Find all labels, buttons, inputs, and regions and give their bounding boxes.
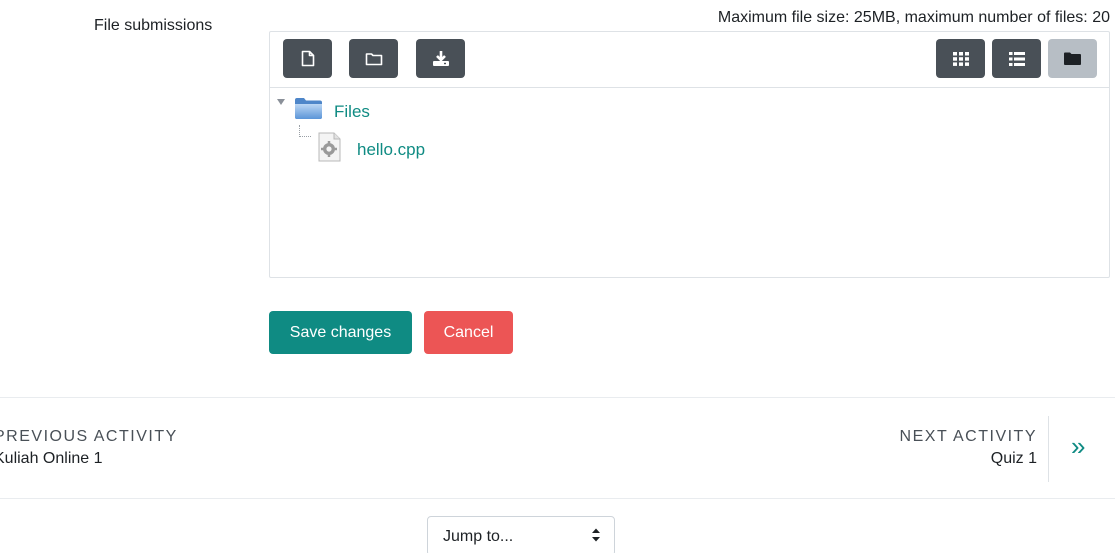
add-file-button[interactable] — [283, 39, 332, 78]
list-icon — [1008, 51, 1025, 66]
list-view-button[interactable] — [992, 39, 1041, 78]
collapse-caret-icon[interactable] — [277, 99, 285, 105]
folder-icon — [365, 52, 382, 65]
next-activity-separator — [1048, 416, 1049, 482]
file-limits-text: Maximum file size: 25MB, maximum number … — [717, 9, 1110, 26]
cancel-button[interactable]: Cancel — [424, 311, 513, 354]
select-arrows-icon — [592, 528, 600, 542]
file-manager: Files hello.cpp — [269, 31, 1110, 278]
file-link-hello-cpp[interactable]: hello.cpp — [357, 140, 425, 160]
folder-icon — [295, 98, 322, 119]
file-manager-toolbar — [270, 32, 1109, 88]
download-icon — [432, 51, 449, 66]
files-folder-link[interactable]: Files — [334, 102, 370, 122]
previous-activity-link[interactable]: PREVIOUS ACTIVITY Kuliah Online 1 — [0, 428, 178, 468]
download-all-button[interactable] — [416, 39, 465, 78]
icons-view-button[interactable] — [936, 39, 985, 78]
create-folder-button[interactable] — [349, 39, 398, 78]
grid-icon — [952, 51, 969, 66]
previous-activity-name: Kuliah Online 1 — [0, 450, 103, 467]
tree-view-button[interactable] — [1048, 39, 1097, 78]
save-changes-button[interactable]: Save changes — [269, 311, 412, 354]
gear-file-icon — [318, 132, 341, 162]
tree-connector — [299, 125, 311, 137]
file-submissions-label: File submissions — [94, 17, 213, 34]
double-chevron-right-icon[interactable]: » — [1071, 433, 1085, 459]
next-activity-heading: NEXT ACTIVITY — [899, 428, 1037, 445]
divider-top — [0, 397, 1115, 398]
divider-bottom — [0, 498, 1115, 499]
file-icon — [301, 50, 314, 67]
jump-to-select[interactable]: Jump to... — [427, 516, 615, 553]
jump-to-selected-value: Jump to... — [443, 528, 514, 545]
next-activity-name: Quiz 1 — [990, 450, 1037, 467]
previous-activity-heading: PREVIOUS ACTIVITY — [0, 428, 178, 445]
next-activity-link[interactable]: NEXT ACTIVITY Quiz 1 — [900, 428, 1037, 468]
folder-solid-icon — [1064, 52, 1081, 65]
